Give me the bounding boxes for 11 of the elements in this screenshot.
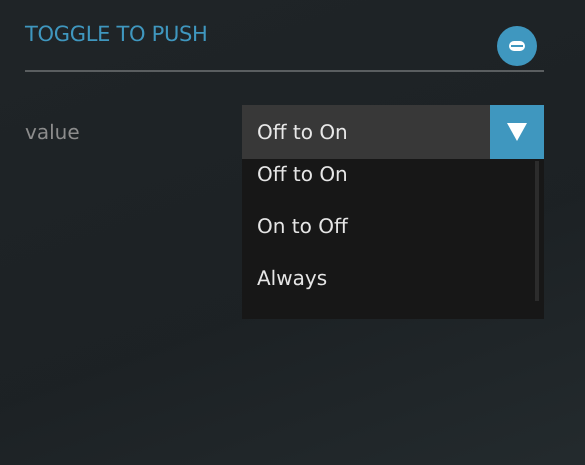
dropdown-option[interactable]: On to Off — [242, 210, 535, 263]
caret-icon — [507, 123, 527, 141]
dropdown-value: Off to On — [256, 119, 349, 146]
dropdown-option[interactable]: Off to On — [242, 158, 535, 211]
setting-label: value — [25, 119, 80, 146]
section-title: TOGGLE TO PUSH — [25, 21, 208, 48]
dropdown-option[interactable]: Always — [242, 262, 535, 315]
dropdown-toggle-button[interactable] — [490, 105, 544, 159]
value-dropdown[interactable]: Off to On — [242, 105, 544, 159]
minus-icon — [509, 41, 525, 51]
collapse-button[interactable] — [497, 26, 537, 66]
